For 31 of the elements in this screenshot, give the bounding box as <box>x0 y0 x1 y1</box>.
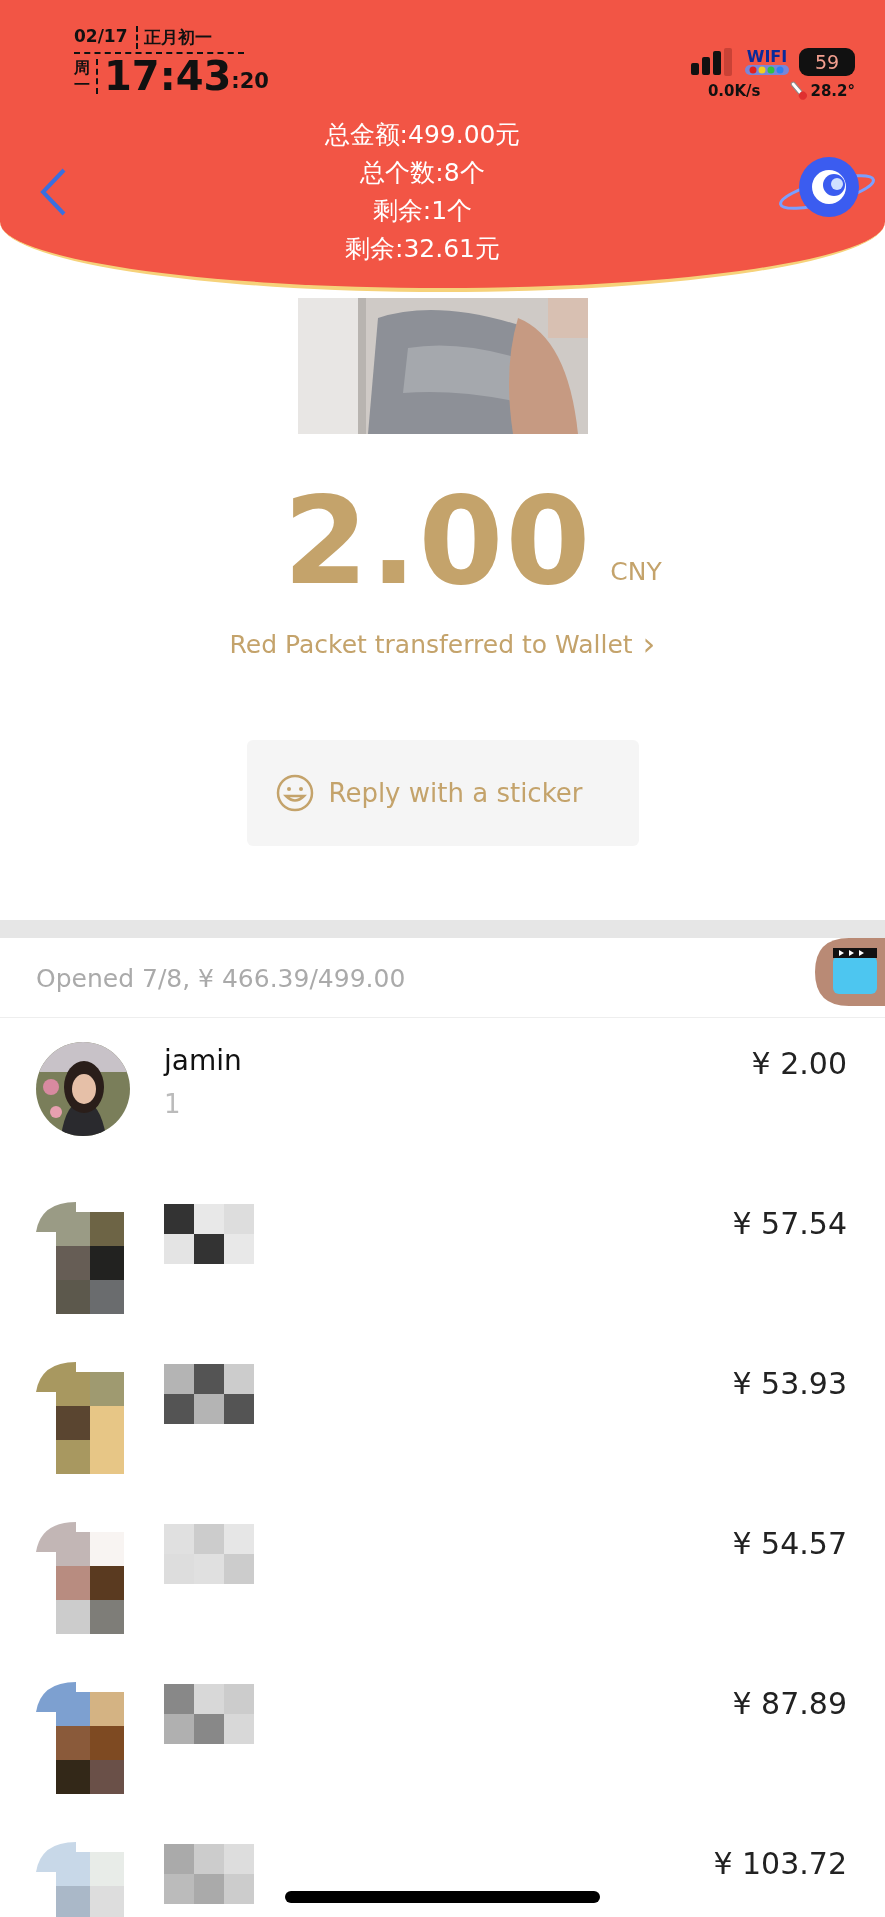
sticker-button[interactable]: Reply with a sticker <box>246 740 639 847</box>
header-line: 总金额:499.00元 <box>324 119 521 151</box>
temperature: 28.2° <box>810 82 855 100</box>
recipient-note: 1 <box>164 1089 182 1120</box>
network-speed: 0.0K/s <box>707 82 761 100</box>
recipient-amount: ¥ 87.89 <box>732 1686 847 1722</box>
recipient-amount: ¥ 54.57 <box>732 1526 847 1562</box>
smiley-icon <box>274 773 315 814</box>
recipient-amount: ¥ 103.72 <box>713 1846 847 1882</box>
header-line: 剩余:1个 <box>372 195 473 227</box>
received-amount: 2.00 <box>283 474 593 609</box>
recipient-amount: ¥ 53.93 <box>732 1366 847 1402</box>
battery-level: 59 <box>814 51 840 73</box>
recipient-amount: ¥ 2.00 <box>751 1046 847 1082</box>
recipient-name: jamin <box>164 1044 243 1078</box>
header-line: 总个数:8个 <box>360 157 485 189</box>
wifi-label: WIFI <box>746 49 788 65</box>
chevron-icon: › <box>642 628 656 661</box>
recipient-amount: ¥ 57.54 <box>732 1206 847 1242</box>
clock-time: 17:43 <box>104 54 232 98</box>
thermometer-icon <box>790 80 809 102</box>
clapperboard-icon[interactable] <box>815 938 885 1007</box>
signal-icon <box>691 48 735 76</box>
lunar-date: 正月初一 <box>135 26 212 49</box>
header-line: 剩余:32.61元 <box>345 233 500 265</box>
weekday-text: 周一 <box>74 58 98 94</box>
date-text: 02/17 <box>74 26 128 48</box>
wifi-dots-icon <box>745 65 789 75</box>
wallet-link[interactable]: Red Packet transferred to Wallet › <box>229 628 656 661</box>
clock-seconds: :20 <box>231 69 269 93</box>
currency-label: CNY <box>610 557 662 587</box>
